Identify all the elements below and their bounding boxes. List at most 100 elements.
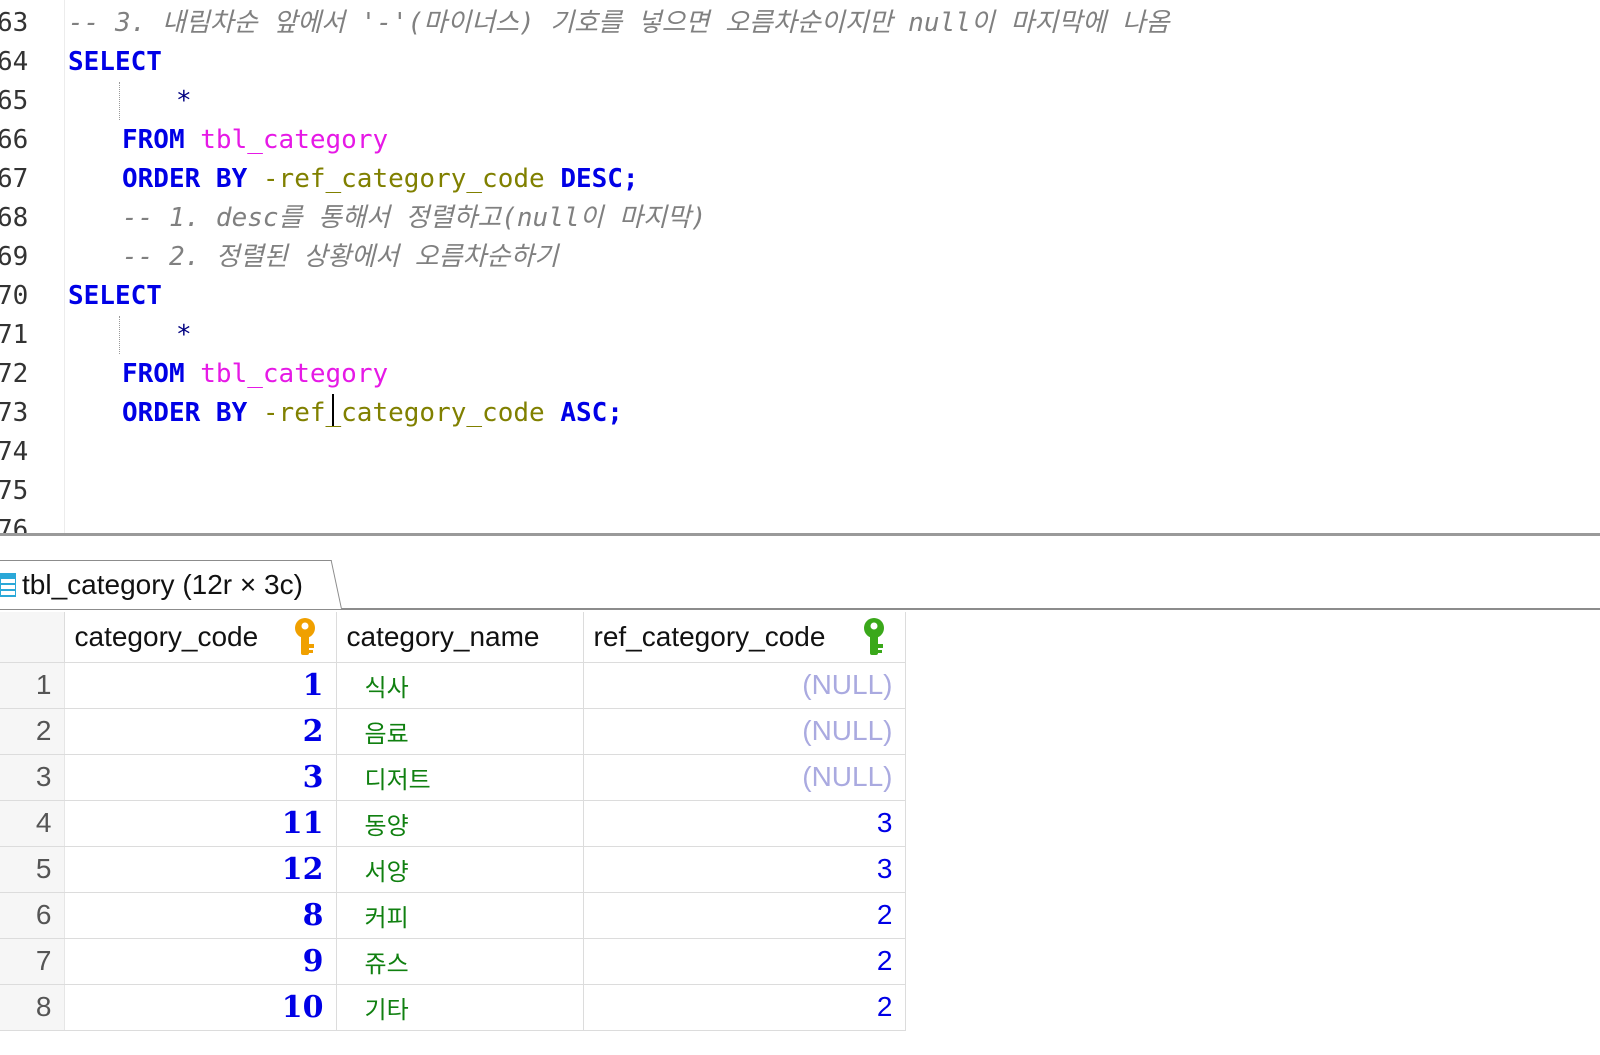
line-number: 64: [0, 47, 29, 77]
cell-category-code[interactable]: 11: [64, 800, 337, 847]
cell-category-code[interactable]: 1: [64, 662, 337, 709]
code-line-63[interactable]: -- 3. 내림차순 앞에서 '-'(마이너스) 기호를 넣으면 오름차순이지만…: [68, 4, 1170, 43]
line-number: 74: [0, 437, 29, 467]
line-number: 66: [0, 125, 29, 155]
sql-star: *: [176, 86, 192, 116]
cell-ref-category-code[interactable]: (NULL): [583, 708, 906, 755]
cell-ref-category-code[interactable]: 3: [583, 800, 906, 847]
line-number: 68: [0, 203, 29, 233]
result-tab-label: tbl_category (12r × 3c): [22, 569, 303, 600]
sql-table-name: tbl_category: [200, 125, 389, 155]
cell-category-name[interactable]: 동양: [336, 800, 584, 847]
cell-category-name[interactable]: 커피: [336, 892, 584, 939]
sql-keyword-select: SELECT: [68, 47, 162, 77]
line-number: 65: [0, 86, 29, 116]
cell-category-name[interactable]: 기타: [336, 984, 584, 1031]
line-number: 70: [0, 281, 29, 311]
line-number: 72: [0, 359, 29, 389]
cell-ref-category-code[interactable]: (NULL): [583, 754, 906, 801]
code-line-70[interactable]: SELECT: [68, 277, 162, 316]
code-line-72[interactable]: FROM tbl_category: [68, 355, 388, 394]
row-number: 7: [0, 938, 65, 985]
column-header-category-code[interactable]: category_code: [64, 612, 337, 664]
table-row[interactable]: 6 8 커피 2: [0, 892, 906, 939]
line-number-gutter: 63 64 65 66 67 68 69 70 71 72 73 74 75 7…: [0, 0, 65, 540]
sql-keyword-select: SELECT: [68, 281, 162, 311]
column-header-category-name[interactable]: category_name: [336, 612, 584, 663]
sql-keyword-order-by: ORDER BY: [122, 164, 248, 194]
code-line-68[interactable]: -- 1. desc를 통해서 정렬하고(null이 마지막): [68, 199, 706, 238]
cell-ref-category-code[interactable]: 2: [583, 892, 906, 939]
table-row[interactable]: 5 12 서양 3: [0, 846, 906, 893]
cell-category-code[interactable]: 10: [64, 984, 337, 1031]
cell-category-code[interactable]: 2: [64, 708, 337, 755]
cell-ref-category-code[interactable]: 2: [583, 984, 906, 1031]
row-number: 5: [0, 846, 65, 893]
sql-editor[interactable]: 63 64 65 66 67 68 69 70 71 72 73 74 75 7…: [0, 0, 1600, 540]
line-number: 63: [0, 8, 29, 38]
sql-keyword-from: FROM: [122, 125, 185, 155]
row-number: 1: [0, 662, 65, 709]
primary-key-icon: [290, 617, 320, 664]
sql-comment: -- 2. 정렬된 상황에서 오름차순하기: [122, 242, 559, 272]
row-number: 2: [0, 708, 65, 755]
table-row[interactable]: 2 2 음료 (NULL): [0, 708, 906, 755]
sql-keyword-order-by: ORDER BY: [122, 398, 248, 428]
cell-ref-category-code[interactable]: 3: [583, 846, 906, 893]
code-line-71[interactable]: *: [68, 316, 192, 355]
code-line-66[interactable]: FROM tbl_category: [68, 121, 388, 160]
code-line-73[interactable]: ORDER BY -ref_category_code ASC;: [68, 394, 623, 433]
row-number: 6: [0, 892, 65, 939]
sql-keyword-asc: ASC;: [560, 398, 623, 428]
table-icon: [0, 573, 16, 597]
cell-category-code[interactable]: 9: [64, 938, 337, 985]
sql-star: *: [176, 320, 192, 350]
cell-ref-category-code[interactable]: (NULL): [583, 662, 906, 709]
column-header-ref-category-code[interactable]: ref_category_code: [583, 612, 906, 664]
column-header-label: category_code: [74, 621, 259, 652]
row-number: 4: [0, 800, 65, 847]
code-line-65[interactable]: *: [68, 82, 192, 121]
foreign-key-icon: [859, 617, 889, 664]
table-row[interactable]: 8 10 기타 2: [0, 984, 906, 1031]
cell-category-code[interactable]: 3: [64, 754, 337, 801]
result-panel: tbl_category (12r × 3c) category_code ca…: [0, 536, 1600, 1055]
sql-table-name: tbl_category: [200, 359, 389, 389]
code-line-69[interactable]: -- 2. 정렬된 상황에서 오름차순하기: [68, 238, 558, 277]
sql-column-name: -ref_category_code: [262, 398, 545, 428]
result-tab[interactable]: tbl_category (12r × 3c): [0, 562, 303, 608]
table-row[interactable]: 4 11 동양 3: [0, 800, 906, 847]
line-number: 69: [0, 242, 29, 272]
sql-keyword-desc: DESC;: [560, 164, 639, 194]
cell-category-name[interactable]: 식사: [336, 662, 584, 709]
row-number-header[interactable]: [0, 612, 65, 663]
line-number: 73: [0, 398, 29, 428]
line-number: 67: [0, 164, 29, 194]
table-row[interactable]: 3 3 디저트 (NULL): [0, 754, 906, 801]
grid-header-row: category_code category_name ref_category…: [0, 612, 906, 664]
cell-category-name[interactable]: 서양: [336, 846, 584, 893]
sql-column-name: -ref_category_code: [262, 164, 545, 194]
cell-category-name[interactable]: 디저트: [336, 754, 584, 801]
line-number: 75: [0, 476, 29, 506]
column-header-label: category_name: [346, 621, 540, 652]
cell-category-code[interactable]: 8: [64, 892, 337, 939]
code-line-64[interactable]: SELECT: [68, 43, 162, 82]
result-tab-strip: tbl_category (12r × 3c): [0, 536, 1600, 610]
column-header-label: ref_category_code: [593, 621, 826, 652]
line-number: 71: [0, 320, 29, 350]
table-row[interactable]: 7 9 쥬스 2: [0, 938, 906, 985]
table-row[interactable]: 1 1 식사 (NULL): [0, 662, 906, 709]
sql-comment: -- 1. desc를 통해서 정렬하고(null이 마지막): [122, 203, 707, 233]
text-caret: [332, 394, 334, 426]
row-number: 8: [0, 984, 65, 1031]
cell-category-name[interactable]: 쥬스: [336, 938, 584, 985]
row-number: 3: [0, 754, 65, 801]
result-grid[interactable]: category_code category_name ref_category…: [0, 612, 906, 1031]
sql-comment: -- 3. 내림차순 앞에서 '-'(마이너스) 기호를 넣으면 오름차순이지만…: [68, 8, 1170, 38]
code-line-67[interactable]: ORDER BY -ref_category_code DESC;: [68, 160, 639, 199]
cell-category-name[interactable]: 음료: [336, 708, 584, 755]
cell-ref-category-code[interactable]: 2: [583, 938, 906, 985]
cell-category-code[interactable]: 12: [64, 846, 337, 893]
sql-keyword-from: FROM: [122, 359, 185, 389]
